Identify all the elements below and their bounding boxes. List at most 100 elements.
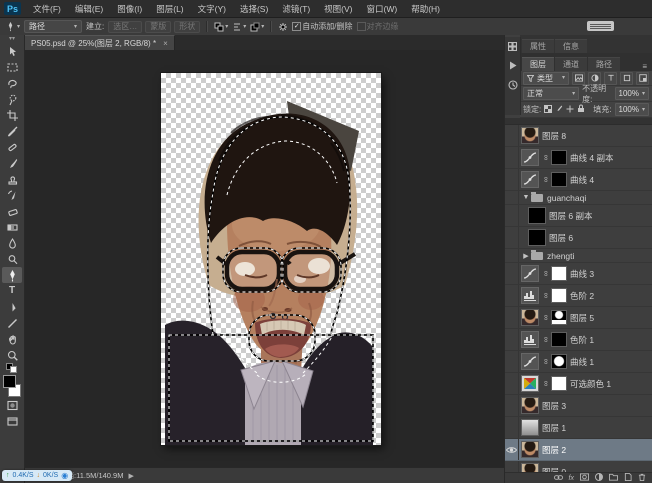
eye-toggle-empty[interactable] <box>505 307 519 328</box>
lock-all-icon[interactable] <box>577 104 585 115</box>
tool-mode-dropdown[interactable]: 路径 ▾ <box>24 20 83 33</box>
menu-item[interactable]: 选择(S) <box>233 0 275 17</box>
panel-grid-icon[interactable] <box>507 41 518 53</box>
layer-name[interactable]: 曲线 4 副本 <box>570 152 613 164</box>
mask-link-icon[interactable]: ∞ <box>542 358 551 366</box>
mask-link-icon[interactable]: ∞ <box>542 292 551 300</box>
mask-link-icon[interactable]: ∞ <box>542 154 551 162</box>
layer-row[interactable]: 图层 6 <box>505 227 652 249</box>
layer-name[interactable]: 图层 2 <box>542 444 566 456</box>
layer-row[interactable]: 图层 8 <box>505 125 652 147</box>
quick-mask-button[interactable] <box>2 397 22 413</box>
layer-row[interactable]: ▼ guanchaqi <box>505 191 652 205</box>
layer-thumbnail[interactable] <box>528 229 546 246</box>
group-collapsed-caret[interactable]: ▶ <box>521 252 531 260</box>
layer-name[interactable]: zhengti <box>547 251 574 261</box>
align-edges-checkbox[interactable]: 对齐边缘 <box>356 21 399 32</box>
layer-row[interactable]: 图层 1 <box>505 417 652 439</box>
filter-kind-dropdown[interactable]: 类型 ▾ <box>523 71 569 85</box>
layer-row[interactable]: ∞ 图层 5 <box>505 307 652 329</box>
workspace-switcher-button[interactable] <box>587 21 614 31</box>
menu-item[interactable]: 文字(Y) <box>191 0 233 17</box>
auto-add-delete-checkbox[interactable]: ✓ 自动添加/删除 <box>292 21 353 32</box>
blur-tool[interactable] <box>2 235 22 251</box>
eye-toggle-empty[interactable] <box>505 249 519 262</box>
new-group-icon[interactable] <box>609 473 618 483</box>
layer-name[interactable]: 色阶 1 <box>570 334 594 346</box>
layer-thumbnail[interactable] <box>521 441 539 458</box>
layer-name[interactable]: 曲线 1 <box>570 356 594 368</box>
layer-row[interactable]: ∞ 可选颜色 1 <box>505 373 652 395</box>
layer-thumbnail[interactable] <box>521 375 539 392</box>
mask-link-icon[interactable]: ∞ <box>542 380 551 388</box>
layer-thumbnail[interactable] <box>528 207 546 224</box>
delete-layer-icon[interactable] <box>638 473 646 483</box>
filter-shape-icon[interactable] <box>620 71 633 85</box>
lasso-tool[interactable] <box>2 75 22 91</box>
layer-row[interactable]: 图层 0 <box>505 461 652 472</box>
layer-row[interactable]: ∞ 色阶 2 <box>505 285 652 307</box>
crop-tool[interactable] <box>2 107 22 123</box>
layer-thumbnail[interactable] <box>521 309 539 326</box>
eye-toggle-empty[interactable] <box>505 461 519 472</box>
layer-mask-thumbnail[interactable] <box>551 150 567 165</box>
eye-toggle-empty[interactable] <box>505 417 519 438</box>
layer-thumbnail[interactable] <box>521 397 539 414</box>
gear-icon[interactable] <box>278 22 288 32</box>
add-mask-icon[interactable] <box>580 473 589 483</box>
eye-toggle-empty[interactable] <box>505 373 519 394</box>
panel-menu-icon[interactable]: ≡ <box>642 62 650 71</box>
layer-thumbnail[interactable] <box>521 331 539 348</box>
path-alignment-icon[interactable]: ▾ <box>232 22 246 32</box>
foreground-background-swatches[interactable] <box>2 375 22 397</box>
move-tool[interactable] <box>2 43 22 59</box>
layer-row[interactable]: ∞ 色阶 1 <box>505 329 652 351</box>
menu-item[interactable]: 编辑(E) <box>68 0 110 17</box>
layer-style-icon[interactable]: fx <box>569 475 574 482</box>
history-panel-icon[interactable] <box>507 80 518 92</box>
layer-name[interactable]: 曲线 3 <box>570 268 594 280</box>
tab-properties[interactable]: 属性 <box>522 39 554 53</box>
tab-paths[interactable]: 路径 <box>588 57 620 71</box>
pen-tool[interactable] <box>2 267 22 283</box>
tab-layers[interactable]: 图层 <box>522 57 554 71</box>
path-selection-tool[interactable] <box>2 299 22 315</box>
menu-item[interactable]: 滤镜(T) <box>275 0 317 17</box>
eye-toggle-empty[interactable] <box>505 263 519 284</box>
mask-link-icon[interactable]: ∞ <box>542 336 551 344</box>
mask-link-icon[interactable]: ∞ <box>542 176 551 184</box>
menu-item[interactable]: 文件(F) <box>26 0 68 17</box>
fill-dropdown[interactable]: 100% ▾ <box>614 103 649 116</box>
layer-name[interactable]: guanchaqi <box>547 193 586 203</box>
menu-item[interactable]: 图像(I) <box>110 0 149 17</box>
actions-panel-icon[interactable] <box>509 61 517 72</box>
gradient-tool[interactable] <box>2 219 22 235</box>
eye-toggle-empty[interactable] <box>505 227 519 248</box>
eye-toggle-empty[interactable] <box>505 169 519 190</box>
make-button[interactable]: 选区… <box>108 20 143 33</box>
default-swatches-icon[interactable] <box>2 363 22 373</box>
layer-thumbnail[interactable] <box>521 265 539 282</box>
history-brush-tool[interactable] <box>2 187 22 203</box>
layer-mask-thumbnail[interactable] <box>551 288 567 303</box>
brush-tool[interactable] <box>2 155 22 171</box>
layer-row[interactable]: ∞ 曲线 4 <box>505 169 652 191</box>
tab-channels[interactable]: 通道 <box>555 57 587 71</box>
eye-toggle-empty[interactable] <box>505 205 519 226</box>
document-viewport[interactable] <box>25 50 504 467</box>
layer-mask-thumbnail[interactable] <box>551 172 567 187</box>
group-expanded-caret[interactable]: ▼ <box>521 194 531 201</box>
foreground-color-swatch[interactable] <box>3 375 16 388</box>
layer-name[interactable]: 图层 6 副本 <box>549 210 592 222</box>
path-operations-icon[interactable]: ▾ <box>214 22 228 32</box>
eye-toggle-empty[interactable] <box>505 351 519 372</box>
layer-mask-thumbnail[interactable] <box>551 266 567 281</box>
eye-toggle-empty[interactable] <box>505 147 519 168</box>
layer-thumbnail[interactable] <box>521 171 539 188</box>
layer-name[interactable]: 曲线 4 <box>570 174 594 186</box>
link-layers-icon[interactable] <box>553 474 563 483</box>
menu-item[interactable]: 图层(L) <box>149 0 190 17</box>
document-tab[interactable]: PS05.psd @ 25%(图层 2, RGB/8) * × <box>25 35 175 50</box>
hand-tool[interactable] <box>2 331 22 347</box>
layer-mask-thumbnail[interactable] <box>551 354 567 369</box>
